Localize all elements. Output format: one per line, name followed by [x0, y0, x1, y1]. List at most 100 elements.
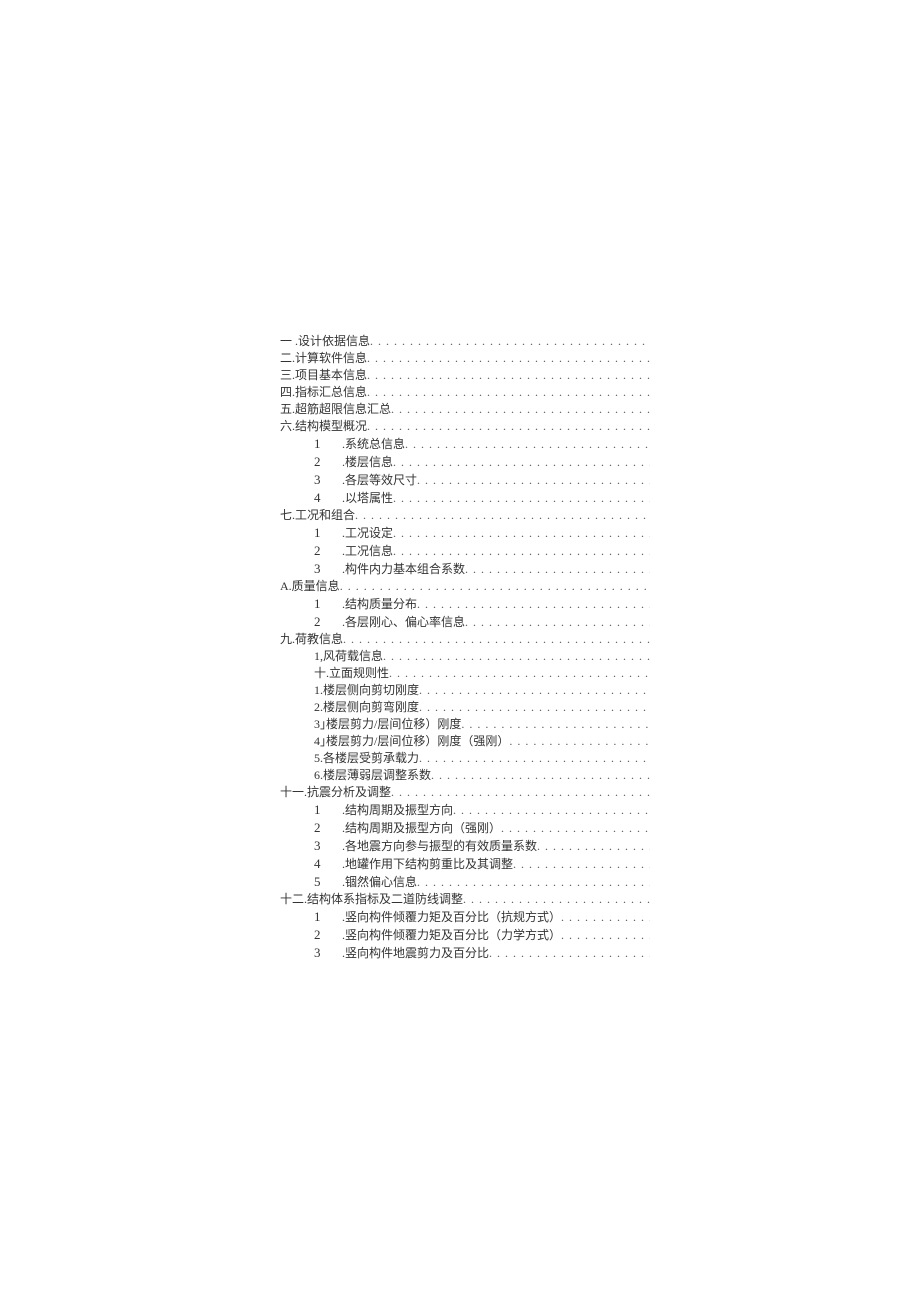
toc-leader-dots: . . . . . . . . . . . . . . . . . . . . … [391, 784, 650, 801]
toc-text: .各层刚心、偏心率信息 [342, 614, 465, 631]
toc-prefix: 2 [314, 453, 334, 470]
toc-leader-dots: . . . . . . . . . . . . . . . . . . . . … [367, 418, 650, 435]
toc-entry: 4.以塔属性 . . . . . . . . . . . . . . . . .… [280, 489, 650, 507]
toc-leader-dots: . . . . . . . . . . . . . . . . . . . . … [419, 750, 650, 767]
toc-text: 指标汇总信息 [295, 384, 367, 401]
toc-entry: 2.工况信息 . . . . . . . . . . . . . . . . .… [280, 542, 650, 560]
toc-entry: 一 .设计依据信息 . . . . . . . . . . . . . . . … [280, 333, 650, 350]
toc-entry: 6.楼层薄弱层调整系数 . . . . . . . . . . . . . . … [280, 767, 650, 784]
toc-leader-dots: . . . . . . . . . . . . . . . . . . . . … [367, 384, 650, 401]
toc-entry: 四.指标汇总信息 . . . . . . . . . . . . . . . .… [280, 384, 650, 401]
toc-text: 楼层剪力/层间位移）刚度 [326, 716, 461, 733]
toc-text: 计算软件信息 [295, 350, 367, 367]
toc-prefix: 1 [314, 595, 334, 612]
toc-entry: 五.超筋超限信息汇总 . . . . . . . . . . . . . . .… [280, 401, 650, 418]
toc-entry: 2.结构周期及振型方向（强刚） . . . . . . . . . . . . … [280, 819, 650, 837]
toc-leader-dots: . . . . . . . . . . . . . . . . . . . . … [393, 490, 650, 507]
toc-entry: 十二.结构体系指标及二道防线调整 . . . . . . . . . . . .… [280, 891, 650, 908]
toc-leader-dots: . . . . . . . . . . . . . . . . . . . . … [417, 874, 650, 891]
toc-text: .结构周期及振型方向（强刚） [342, 820, 501, 837]
toc-text: 楼层薄弱层调整系数 [323, 767, 431, 784]
toc-text: .各层等效尺寸 [342, 472, 417, 489]
toc-text: 立面规则性 [329, 665, 389, 682]
toc-leader-dots: . . . . . . . . . . . . . . . . . . . . … [393, 525, 650, 542]
toc-leader-dots: . . . . . . . . . . . . . . . . . . . . … [417, 472, 650, 489]
toc-leader-dots: . . . . . . . . . . . . . . . . . . . . … [383, 648, 650, 665]
toc-prefix: 3 [314, 944, 334, 961]
toc-entry: 3.各地震方向参与振型的有效质量系数 . . . . . . . . . . .… [280, 837, 650, 855]
toc-entry: 1.系统总信息 . . . . . . . . . . . . . . . . … [280, 435, 650, 453]
toc-entry: 2.楼层侧向剪弯刚度 . . . . . . . . . . . . . . .… [280, 699, 650, 716]
toc-leader-dots: . . . . . . . . . . . . . . . . . . . . … [393, 543, 650, 560]
toc-entry: 3.构件内力基本组合系数 . . . . . . . . . . . . . .… [280, 560, 650, 578]
toc-entry: 1 .工况设定 . . . . . . . . . . . . . . . . .… [280, 524, 650, 542]
toc-prefix: 3 [314, 471, 334, 488]
toc-text: 楼层侧向剪弯刚度 [323, 699, 419, 716]
toc-leader-dots: . . . . . . . . . . . . . . . . . . . . … [419, 699, 650, 716]
toc-entry: 3.竖向构件地震剪力及百分比 . . . . . . . . . . . . .… [280, 944, 650, 962]
toc-leader-dots: . . . . . . . . . . . . . . . . . . . . … [461, 716, 650, 733]
toc-text: .以塔属性 [342, 490, 393, 507]
toc-text: 项目基本信息 [295, 367, 367, 384]
toc-prefix: 十一. [280, 784, 307, 801]
toc-entry: 十一.抗震分析及调整 . . . . . . . . . . . . . . .… [280, 784, 650, 801]
toc-leader-dots: . . . . . . . . . . . . . . . . . . . . … [561, 909, 650, 926]
toc-entry: 二.计算软件信息 . . . . . . . . . . . . . . . .… [280, 350, 650, 367]
toc-text: .各地震方向参与振型的有效质量系数 [342, 838, 537, 855]
toc-entry: 三.项目基本信息 . . . . . . . . . . . . . . . .… [280, 367, 650, 384]
toc-text: 各楼层受剪承载力 [323, 750, 419, 767]
toc-prefix: 1 [314, 908, 334, 925]
toc-leader-dots: . . . . . . . . . . . . . . . . . . . . … [367, 367, 650, 384]
toc-prefix: 5. [314, 750, 323, 767]
toc-leader-dots: . . . . . . . . . . . . . . . . . . . . … [355, 507, 650, 524]
toc-container: 一 .设计依据信息 . . . . . . . . . . . . . . . … [280, 333, 650, 962]
toc-leader-dots: . . . . . . . . . . . . . . . . . . . . … [391, 401, 650, 418]
toc-text: 设计依据信息 [298, 333, 370, 350]
toc-text: .结构质量分布 [342, 596, 417, 613]
toc-entry: 1 .结构质量分布 . . . . . . . . . . . . . . . .… [280, 595, 650, 613]
toc-prefix: 4 [314, 855, 334, 872]
toc-prefix: 1. [314, 682, 323, 699]
toc-entry: 5 .锢然偏心信息 . . . . . . . . . . . . . . . .… [280, 873, 650, 891]
toc-text: 超筋超限信息汇总 [295, 401, 391, 418]
toc-prefix: 1 [314, 524, 334, 541]
toc-text: 风荷载信息 [323, 648, 383, 665]
toc-leader-dots: . . . . . . . . . . . . . . . . . . . . … [370, 333, 650, 350]
toc-text: 荷教信息 [295, 631, 343, 648]
toc-entry: 1.楼层侧向剪切刚度 . . . . . . . . . . . . . . .… [280, 682, 650, 699]
toc-prefix: 三. [280, 367, 295, 384]
toc-leader-dots: . . . . . . . . . . . . . . . . . . . . … [340, 578, 650, 595]
toc-prefix: 二. [280, 350, 295, 367]
toc-prefix: 四. [280, 384, 295, 401]
toc-prefix: 六. [280, 418, 295, 435]
toc-prefix: 五. [280, 401, 295, 418]
toc-entry: 4｣楼层剪力/层间位移）刚度（强刚） . . . . . . . . . . .… [280, 733, 650, 750]
toc-entry: 十.立面规则性 . . . . . . . . . . . . . . . . … [280, 665, 650, 682]
toc-prefix: 十二. [280, 891, 307, 908]
toc-prefix: 5 [314, 873, 334, 890]
toc-prefix: 七. [280, 507, 295, 524]
toc-text: .楼层信息 [342, 454, 393, 471]
toc-text: .系统总信息 [342, 436, 405, 453]
toc-text: 抗震分析及调整 [307, 784, 391, 801]
toc-leader-dots: . . . . . . . . . . . . . . . . . . . . … [561, 927, 650, 944]
toc-entry: 六.结构模型概况 . . . . . . . . . . . . . . . .… [280, 418, 650, 435]
toc-leader-dots: . . . . . . . . . . . . . . . . . . . . … [417, 596, 650, 613]
toc-prefix: 2 [314, 819, 334, 836]
toc-text: .工况设定 [342, 525, 393, 542]
toc-leader-dots: . . . . . . . . . . . . . . . . . . . . … [465, 561, 650, 578]
toc-prefix: 3 [314, 837, 334, 854]
toc-leader-dots: . . . . . . . . . . . . . . . . . . . . … [489, 945, 650, 962]
toc-entry: 1.结构周期及振型方向 . . . . . . . . . . . . . . … [280, 801, 650, 819]
toc-text: .工况信息 [342, 543, 393, 560]
toc-prefix: 九. [280, 631, 295, 648]
toc-prefix: 2. [314, 699, 323, 716]
toc-prefix: 1, [314, 648, 323, 665]
toc-text: .锢然偏心信息 [342, 874, 417, 891]
toc-prefix: 2 [314, 613, 334, 630]
toc-entry: 4.地罐作用下结构剪重比及其调整 . . . . . . . . . . . .… [280, 855, 650, 873]
toc-text: 楼层剪力/层间位移）刚度（强刚） [326, 733, 509, 750]
toc-leader-dots: . . . . . . . . . . . . . . . . . . . . … [513, 856, 650, 873]
toc-entry: 2.楼层信息 . . . . . . . . . . . . . . . . .… [280, 453, 650, 471]
toc-entry: 3 .各层等效尺寸 . . . . . . . . . . . . . . . .… [280, 471, 650, 489]
